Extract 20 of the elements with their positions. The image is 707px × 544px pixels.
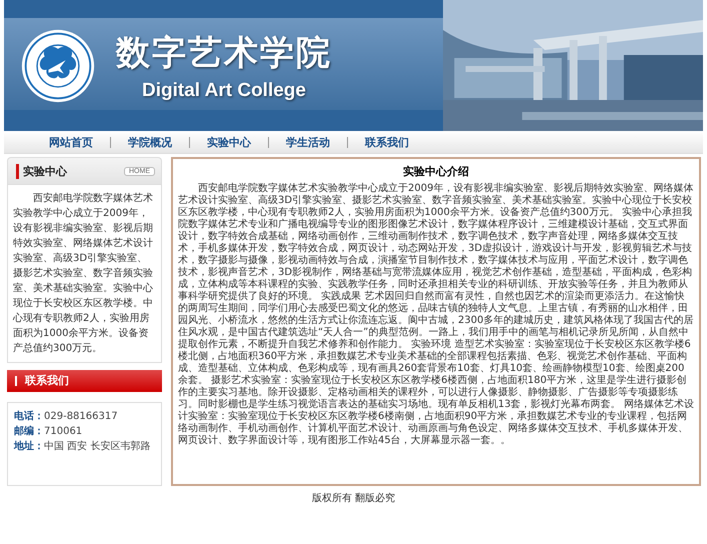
article-text: 西安邮电学院数字媒体艺术实验教学中心成立于2009年，设有影视非编实验室、影视后期特效实验室、网络媒体艺术设计实验室、高级3D引擎实验室、摄影艺术实验室、数字音频实验室、美术基础实验室。实验中心现位于长安校区东区教学楼，中心现有专职教师2人，实验用房面积为1000余平方米。设备资产总值约300万元。 实验中心承担我院数字媒体艺术专业和广播电视编导专业的图形图像艺术设计，数字媒体程序设计，三维建模设计基础，交互式界面设计，数字特效合成基础，网络动画创作，三维动画制作技术，数字调色技术，数字声音处理，网络多媒体交互技术，手机多媒体开发，数字特效合成，网页设计，动态网站开发，3D虚拟设计，游戏设计与开发，影视剪辑艺术与技术，数字摄影与摄像，影视动画特效与合成，演播室节目制作技术，数字媒体技术与应用，平面艺术设计，数字调色技术，影视声音艺术，3D影视制作，网络基础与宽带流媒体应用，视觉艺术创作基础，造型基础，平面构成，色彩构成，立体构成等本科课程的实验、实践教学任务，同时还承担相关专业的科研训练、开放实验等任务，并且为教师从事科学研究提供了良好的环境。 实践成果 艺术因回归自然而富有灵性，自然也因艺术的渲染而更添活力。在这愉快的两周写生期间，同学们用心去感受巴蜀文化的悠远，品味古镇的独特人文气息。上里古镇，有秀丽的山水相伴，田园风光、小桥流水，悠然的生活方式让你流连忘返。阆中古城，2300多年的建城历史，建筑风格体现了我国古代的居住风水观，是中国古代建筑选址“天人合一”的典型范例。一路上，我们用手中的画笔与相机记录所见所闻，从自然中提取创作元素，不断提升自我艺术修养和创作能力。 实验环境 造型艺术实验室：实验室现位于长安校区东区教学楼6楼北侧，占地面积360平方米，承担数媒艺术专业美术基础的全部课程包括素描、色彩、视觉艺术创作基础、平面构成、造型基础、立体构成、色彩构成等，现有画具260套背景布10套、灯具10套、绘画静物模型10套、绘图桌200余套。 摄影艺术实验室：实验室现位于长安校区东区教学楼6楼西侧，占地面积180平方米，这里是学生进行摄影创作的主要实习基地。除开设摄影、定格动画相关的课程外，可以进行人像摄影、静物摄影、广告摄影等专项摄影练习。同时影棚也是学生练习视觉语言表达的基础实习场地。现有单反相机13套，影视灯光幕布两套。 网络媒体艺术设计实验室：实验室现位于长安校区东区教学楼6楼南侧，占地面积90平方米，承担数媒艺术专业的专业课程，包括网络动画制作、手机动画创作、计算机平面艺术设计、动画原画与角色设定、网络多媒体交互技术、手机多媒体开发、网页设计、数字界面设计等，现有图形工作站45台，大屏幕显示器一套。。 [178,183,694,447]
contact-title: 联系我们 [15,376,69,386]
nav-link[interactable]: 实验中心 [190,136,269,148]
copyright-text: 版权所有 翻版必究 [310,492,396,505]
nav-link[interactable]: 学院概况 [111,136,190,148]
contact-value: 中国 西安 长安区韦郭路 [44,441,150,452]
nav-link[interactable]: 网站首页 [32,136,111,148]
logo-icon [20,28,96,104]
contact-value: 710061 [44,426,82,437]
contact-value: 029-88166317 [44,411,118,422]
contact-label: 邮编： [14,426,44,437]
panel-title: 实验中心 [16,164,67,178]
contact-label: 电话： [14,411,44,422]
site-subtitle: Digital Art College [142,80,306,102]
nav-link[interactable]: 联系我们 [348,136,426,148]
site-title: 数字艺术学院 [116,32,332,74]
panel-text: 西安邮电学院数字媒体艺术实验教学中心成立于2009年，设有影视非编实验室、影视后期特效实验室、网络媒体艺术设计实验室、高级3D引擎实验室、摄影艺术实验室、数字音频实验室、美术基础实验室。实验中心现位于长安校区东区教学楼。中心现有专职教师2人，实验用房面积为1000余平方米。设备资产总值约300万元。 [13,192,154,356]
article-title: 实验中心介绍 [402,164,470,179]
contact-label: 地址： [14,441,44,452]
nav-link[interactable]: 学生活动 [269,136,348,148]
